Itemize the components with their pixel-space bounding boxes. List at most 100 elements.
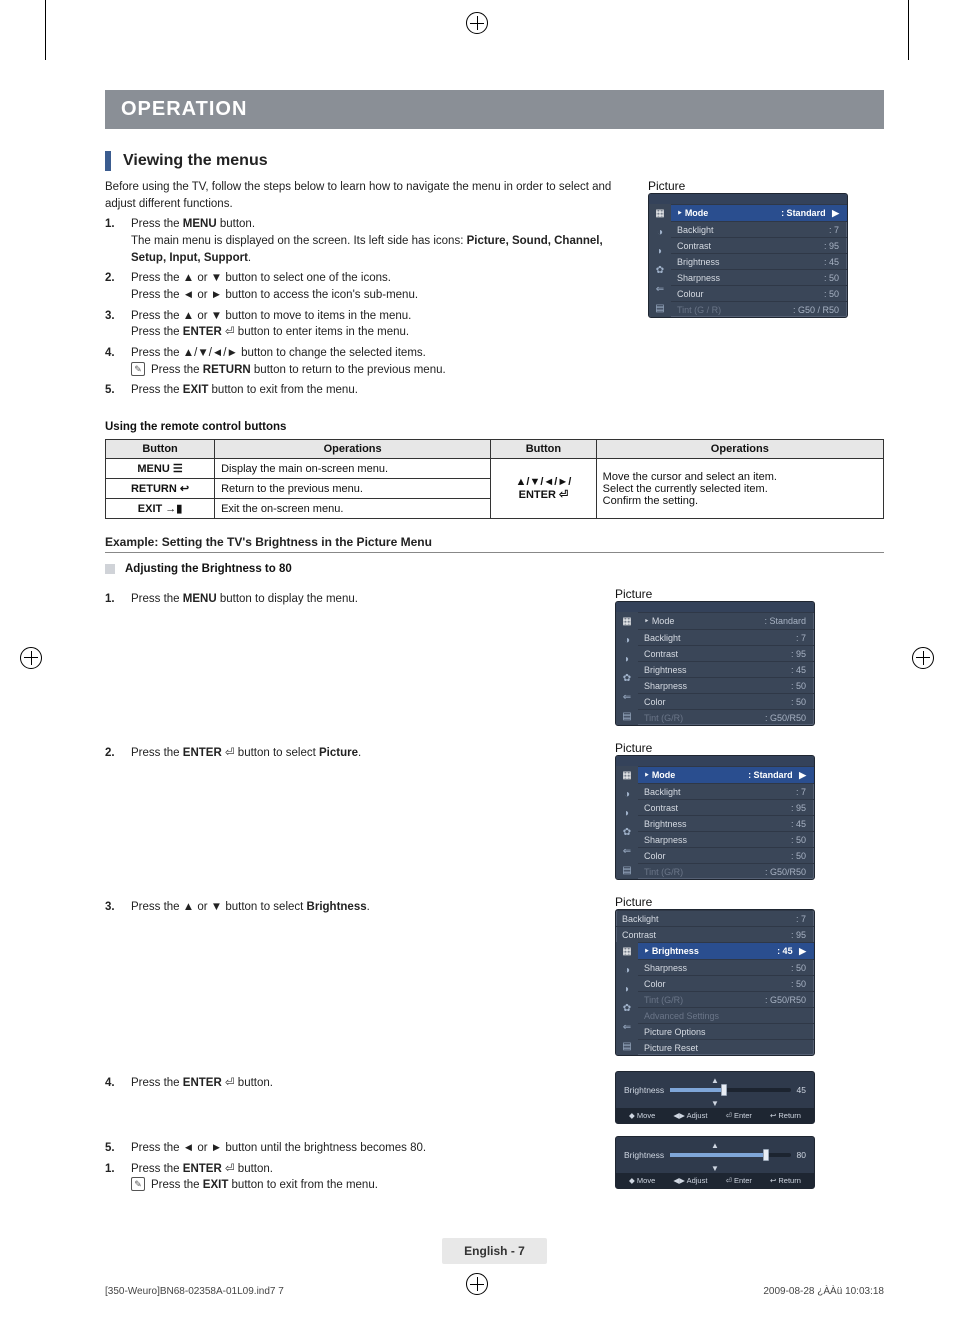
sound-icon: ◑ — [620, 963, 634, 977]
enter-icon: ⏎ — [225, 326, 235, 338]
step-text: Press the ◄ or ► button until the bright… — [131, 1142, 426, 1154]
picture-icon: ▦ — [620, 768, 634, 782]
osd-item: Backlight: 7 — [616, 910, 814, 926]
doc-footer-right: 2009-08-28 ¿ÀÀü 10:03:18 — [763, 1286, 884, 1297]
osd-item: Backlight: 7 — [638, 783, 814, 799]
step-text: Press the ENTER ⏎ button. — [131, 1077, 273, 1089]
enter-icon: ⏎ — [225, 1077, 235, 1089]
section-marker-icon — [105, 151, 111, 171]
setup-icon: ✿ — [620, 825, 634, 839]
th-operations: Operations — [596, 440, 883, 459]
support-icon: ▤ — [653, 301, 667, 315]
adjusting-heading: Adjusting the Brightness to 80 — [125, 563, 292, 575]
list-item: Press the ▲ or ▼ button to select one of… — [105, 270, 630, 303]
cell-btn: EXIT →▮ — [106, 499, 215, 519]
list-item: Press the ▲ or ▼ button to move to items… — [105, 308, 630, 341]
sound-icon: ◑ — [653, 225, 667, 239]
input-icon: ⇐ — [620, 1020, 634, 1034]
list-item: Press the ◄ or ► button until the bright… — [105, 1140, 595, 1157]
osd-fig-step3: Picture Backlight: 7 Contrast: 95 ▦ ◑ ◗ … — [615, 895, 815, 1056]
picture-icon: ▦ — [620, 614, 634, 628]
example-heading: Example: Setting the TV's Brightness in … — [105, 535, 884, 553]
support-icon: ▤ — [620, 709, 634, 723]
note-icon: ✎ — [131, 1177, 145, 1191]
cell-op: Display the main on-screen menu. — [215, 459, 491, 479]
brightness-slider-45: ▲ Brightness 45 ▼ ◆ Move ◀▶ Adjust ⏎ Ent… — [615, 1071, 815, 1124]
osd-item: Brightness: 45 — [638, 815, 814, 831]
channel-icon: ◗ — [620, 982, 634, 996]
osd-item: Picture Options — [638, 1023, 814, 1039]
page-number: English - 7 — [442, 1238, 547, 1264]
list-item: Press the ENTER ⏎ button. ✎ Press the EX… — [105, 1161, 595, 1194]
setup-icon: ✿ — [620, 1001, 634, 1015]
osd-item: Brightness: 45 — [671, 253, 847, 269]
step-text: Press the ENTER ⏎ button. — [131, 1163, 273, 1175]
list-item: Press the MENU button to display the men… — [105, 591, 595, 608]
cell-btn: MENU ☰ — [106, 459, 215, 479]
osd-item-mode: ‣ Mode : Standard ▶ — [671, 204, 847, 221]
step-text: Press the ENTER ⏎ button to select Pictu… — [131, 747, 361, 759]
osd-item: Advanced Settings — [638, 1007, 814, 1023]
osd-item: Colour: 50 — [671, 285, 847, 301]
osd-fig-main: Picture ▦ ◑ ◗ ✿ ⇐ ▤ ‣ Mode : — [648, 179, 848, 318]
osd-side-label: Picture — [615, 587, 815, 601]
th-button: Button — [491, 440, 597, 459]
osd-item: Tint (G/R): G50/R50 — [638, 709, 814, 725]
hint-return: ↩ Return — [770, 1111, 801, 1120]
cell-op: Exit the on-screen menu. — [215, 499, 491, 519]
step-text: Press the ▲ or ▼ button to select Bright… — [131, 901, 370, 913]
list-item: Press the MENU button. The main menu is … — [105, 216, 630, 266]
osd-item: Picture Reset — [638, 1039, 814, 1055]
setup-icon: ✿ — [620, 671, 634, 685]
osd-fig-step1: Picture ▦ ◑ ◗ ✿ ⇐ ▤ ‣ Mode: Stan — [615, 587, 815, 726]
bullet-icon — [105, 564, 115, 574]
hint-move: ◆ Move — [629, 1111, 655, 1120]
th-button: Button — [106, 440, 215, 459]
slider-value: 80 — [797, 1150, 806, 1160]
osd-item: Color: 50 — [638, 693, 814, 709]
setup-icon: ✿ — [653, 263, 667, 277]
hint-enter: ⏎ Enter — [726, 1176, 752, 1185]
section-title: Viewing the menus — [123, 152, 268, 170]
input-icon: ⇐ — [653, 282, 667, 296]
cell-op-nav: Move the cursor and select an item. Sele… — [596, 459, 883, 519]
step-note: ✎ Press the EXIT button to exit from the… — [131, 1177, 595, 1194]
hint-adjust: ◀▶ Adjust — [673, 1111, 707, 1120]
hint-move: ◆ Move — [629, 1176, 655, 1185]
step-text: Press the MENU button to display the men… — [131, 593, 358, 605]
step-text: Press the EXIT button to exit from the m… — [131, 384, 358, 396]
registration-mark-icon — [466, 1273, 488, 1295]
osd-side-label: Picture — [615, 895, 815, 909]
osd-item: Sharpness: 50 — [638, 959, 814, 975]
osd-item: Contrast: 95 — [616, 926, 814, 942]
channel-icon: ◗ — [620, 806, 634, 820]
cell-btn-nav: ▲/▼/◄/►/ ENTER ⏎ — [491, 459, 597, 519]
osd-item: Backlight: 7 — [638, 629, 814, 645]
channel-icon: ◗ — [653, 244, 667, 258]
support-icon: ▤ — [620, 1039, 634, 1053]
step-text: Press the ▲/▼/◄/► button to change the s… — [131, 347, 426, 359]
osd-side-label: Picture — [615, 741, 815, 755]
sound-icon: ◑ — [620, 787, 634, 801]
enter-icon: ⏎ — [225, 747, 235, 759]
slider-value: 45 — [797, 1085, 806, 1095]
enter-icon: ⏎ — [225, 1163, 235, 1175]
input-icon: ⇐ — [620, 690, 634, 704]
osd-item-mode: ‣ Mode: Standard ▶ — [638, 766, 814, 783]
osd-item: Color: 50 — [638, 975, 814, 991]
osd-side-label: Picture — [648, 179, 848, 193]
osd-item: Tint (G/R): G50/R50 — [638, 991, 814, 1007]
remote-subheading: Using the remote control buttons — [105, 421, 884, 433]
picture-icon: ▦ — [653, 206, 667, 220]
th-operations: Operations — [215, 440, 491, 459]
intro-text: Before using the TV, follow the steps be… — [105, 179, 630, 212]
slider-label: Brightness — [624, 1150, 664, 1160]
osd-item: Color: 50 — [638, 847, 814, 863]
osd-item: Tint (G / R): G50 / R50 — [671, 301, 847, 317]
step-sub: Press the ENTER ⏎ button to enter items … — [131, 324, 630, 341]
input-icon: ⇐ — [620, 844, 634, 858]
hint-return: ↩ Return — [770, 1176, 801, 1185]
list-item: Press the ▲/▼/◄/► button to change the s… — [105, 345, 630, 378]
osd-item: Sharpness: 50 — [671, 269, 847, 285]
list-item: Press the ▲ or ▼ button to select Bright… — [105, 899, 595, 916]
